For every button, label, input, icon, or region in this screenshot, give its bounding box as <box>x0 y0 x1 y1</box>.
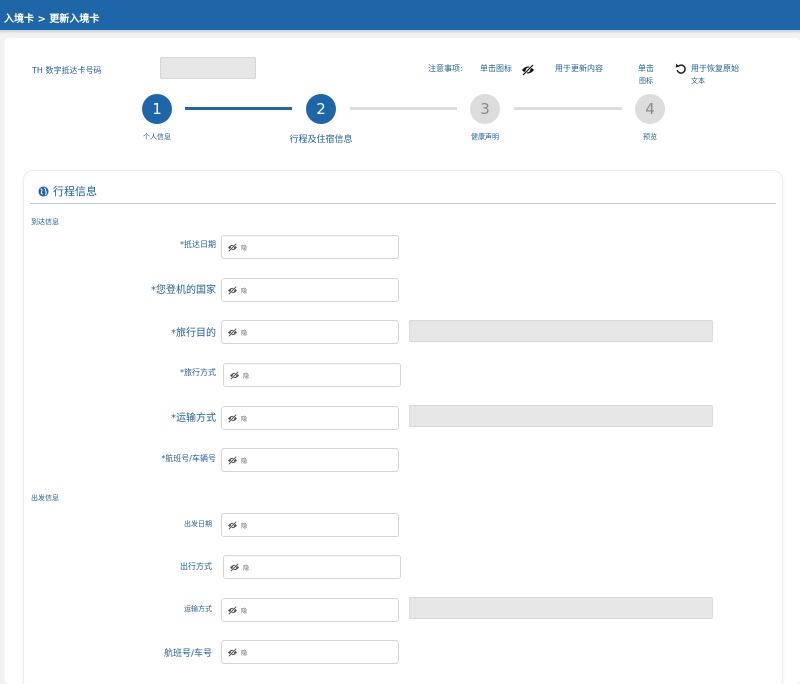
main-page: TH 数字抵达卡号码 注意事项: 单击图标 用于更新内容 单击 图标 用于恢复原… <box>5 38 800 684</box>
departure-mode-field[interactable]: 隐 <box>223 555 401 579</box>
arrival-date-label: *抵达日期 <box>180 240 216 249</box>
restore-text: 用于恢复原始 文本 <box>691 63 739 87</box>
departure-transport-label: 运输方式 <box>184 605 212 613</box>
step-line-3-4 <box>514 107 622 110</box>
hide-tag: 隐 <box>241 457 248 465</box>
travel-info-panel: 行程信息 到达信息 *抵达日期 隐 *您登机的国家 隐 *旅行目的 隐 *旅行方… <box>23 170 783 684</box>
arrival-section-label: 到达信息 <box>31 218 59 226</box>
eye-off-icon[interactable] <box>229 562 240 572</box>
hide-tag: 隐 <box>241 415 248 423</box>
eye-off-icon <box>522 64 534 76</box>
boarding-country-field[interactable]: 隐 <box>221 278 399 302</box>
transport-mode-other-field[interactable] <box>409 405 713 427</box>
travel-mode-field[interactable]: 隐 <box>223 363 401 387</box>
flight-vehicle-number-label: *航班号/车辆号 <box>161 454 216 463</box>
step-line-2-3 <box>350 107 457 110</box>
eye-off-icon[interactable] <box>227 327 238 337</box>
update-content-text: 用于更新内容 <box>555 64 603 73</box>
card-number-field <box>160 57 256 79</box>
eye-off-icon[interactable] <box>227 520 238 530</box>
departure-flight-number-field[interactable]: 隐 <box>221 640 399 664</box>
departure-section-label: 出发信息 <box>31 494 59 502</box>
arrival-date-field[interactable]: 隐 <box>221 235 399 259</box>
hide-tag: 隐 <box>241 329 248 337</box>
travel-mode-label: *旅行方式 <box>180 368 216 377</box>
hide-tag: 隐 <box>241 287 248 295</box>
eye-off-icon[interactable] <box>227 413 238 423</box>
departure-transport-field[interactable]: 隐 <box>221 598 399 622</box>
topbar-shadow <box>0 30 800 34</box>
panel-title: 行程信息 <box>38 183 97 199</box>
step-4-circle[interactable]: 4 <box>635 94 665 124</box>
transport-mode-field[interactable]: 隐 <box>221 406 399 430</box>
hide-tag: 隐 <box>241 607 248 615</box>
notes-label: 注意事项: <box>428 64 463 73</box>
step-2-circle[interactable]: 2 <box>306 94 336 124</box>
click-text-line2: 图标 <box>639 77 653 85</box>
eye-off-icon[interactable] <box>227 647 238 657</box>
panel-title-text: 行程信息 <box>53 185 97 198</box>
restore-text-line1: 用于恢复原始 <box>691 64 739 73</box>
step-3-label: 健康声明 <box>471 133 499 141</box>
departure-mode-label: 出行方式 <box>180 562 212 571</box>
step-1-circle[interactable]: 1 <box>142 94 172 124</box>
step-4-label: 预览 <box>643 133 657 141</box>
hide-tag: 隐 <box>241 522 248 530</box>
eye-off-icon[interactable] <box>227 455 238 465</box>
flight-vehicle-number-field[interactable]: 隐 <box>221 448 399 472</box>
eye-off-icon[interactable] <box>227 242 238 252</box>
departure-date-field[interactable]: 隐 <box>221 513 399 537</box>
eye-off-icon[interactable] <box>227 605 238 615</box>
step-line-1-2 <box>185 107 292 110</box>
hide-tag: 隐 <box>241 244 248 252</box>
departure-flight-number-label: 航班号/车号 <box>163 649 212 659</box>
transport-mode-label: *运输方式 <box>171 413 216 424</box>
hide-tag: 隐 <box>243 372 250 380</box>
hide-tag: 隐 <box>241 649 248 657</box>
breadcrumb: 入境卡 > 更新入境卡 <box>0 0 800 30</box>
hide-tag: 隐 <box>243 564 250 572</box>
restore-text-line2: 文本 <box>691 77 705 85</box>
travel-purpose-other-field[interactable] <box>409 320 713 342</box>
click-text-line1: 单击 <box>638 64 654 73</box>
undo-icon <box>675 63 686 74</box>
travel-purpose-label: *旅行目的 <box>171 328 216 339</box>
step-3-circle[interactable]: 3 <box>470 94 500 124</box>
boarding-country-label: *您登机的国家 <box>151 285 216 296</box>
departure-date-label: 出发日期 <box>184 520 212 528</box>
departure-transport-other-field[interactable] <box>409 597 713 619</box>
card-number-label: TH 数字抵达卡号码 <box>32 66 102 75</box>
eye-off-icon[interactable] <box>229 370 240 380</box>
click-text: 单击 图标 <box>633 63 659 87</box>
travel-purpose-field[interactable]: 隐 <box>221 320 399 344</box>
globe-icon <box>38 185 49 197</box>
click-icon-text: 单击图标 <box>480 64 512 73</box>
step-2-label: 行程及住宿信息 <box>289 135 353 145</box>
step-1-label: 个人信息 <box>143 133 171 141</box>
panel-divider <box>30 203 776 204</box>
eye-off-icon[interactable] <box>227 285 238 295</box>
